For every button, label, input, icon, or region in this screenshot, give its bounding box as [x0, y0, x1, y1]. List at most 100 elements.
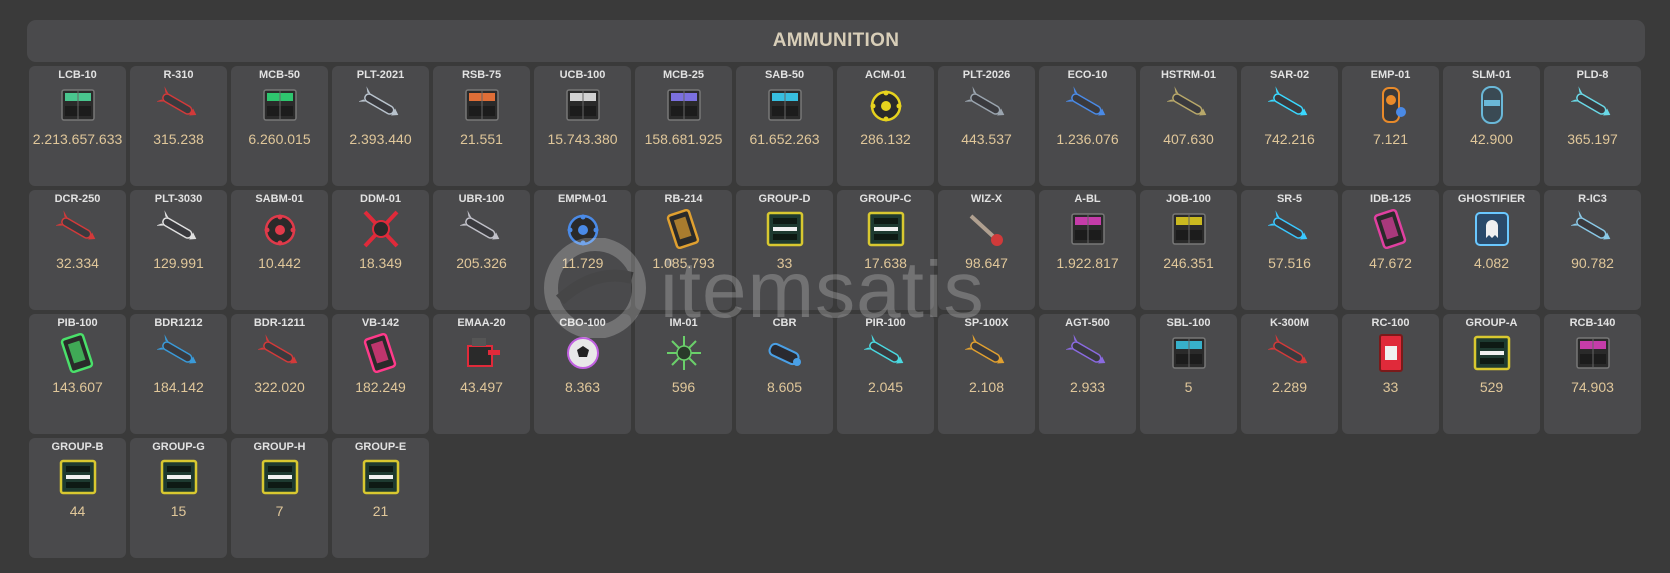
ammo-name: PLT-3030: [154, 193, 203, 205]
ammo-item-bdr1212[interactable]: BDR1212 184.142: [130, 314, 227, 434]
missile-icon: [1570, 208, 1615, 250]
ammo-item-plt-3030[interactable]: PLT-3030 129.991: [130, 190, 227, 310]
ammo-item-group-g[interactable]: GROUP-G 15: [130, 438, 227, 558]
ammo-name: SAB-50: [764, 69, 805, 81]
ammo-item-empm-01[interactable]: EMPM-01 11.729: [534, 190, 631, 310]
ammo-item-dcr-250[interactable]: DCR-250 32.334: [29, 190, 126, 310]
ammo-item-emp-01[interactable]: EMP-01 7.121: [1342, 66, 1439, 186]
ammo-item-rb-214[interactable]: RB-214 1.085.793: [635, 190, 732, 310]
ammo-item-rsb-75[interactable]: RSB-75 21.551: [433, 66, 530, 186]
crate-icon: [56, 84, 100, 126]
ammo-name: HSTRM-01: [1160, 69, 1216, 81]
ammo-item-hstrm-01[interactable]: HSTRM-01 407.630: [1140, 66, 1237, 186]
ammo-item-group-h[interactable]: GROUP-H 7: [231, 438, 328, 558]
ammo-item-ghostifier[interactable]: GHOSTIFIER 4.082: [1443, 190, 1540, 310]
ammo-quantity: 21.551: [460, 131, 503, 147]
ammo-item-a-bl[interactable]: A-BL 1.922.817: [1039, 190, 1136, 310]
ammo-quantity: 74.903: [1571, 379, 1614, 395]
ammo-item-slm-01[interactable]: SLM-01 42.900: [1443, 66, 1540, 186]
ammo-name: RCB-140: [1569, 317, 1616, 329]
missile-icon: [863, 332, 908, 374]
ammo-item-im-01[interactable]: IM-01 596: [635, 314, 732, 434]
ammo-name: SBL-100: [1166, 317, 1211, 329]
missile-icon: [55, 208, 100, 250]
ammo-item-group-c[interactable]: GROUP-C 17.638: [837, 190, 934, 310]
ammo-item-ucb-100[interactable]: UCB-100 15.743.380: [534, 66, 631, 186]
ammo-item-sp-100x[interactable]: SP-100X 2.108: [938, 314, 1035, 434]
ammo-quantity: 18.349: [359, 255, 402, 271]
ammo-item-rcb-140[interactable]: RCB-140 74.903: [1544, 314, 1641, 434]
ammo-item-emaa-20[interactable]: EMAA-20 43.497: [433, 314, 530, 434]
ammo-name: A-BL: [1074, 193, 1101, 205]
ammo-item-plt-2026[interactable]: PLT-2026 443.537: [938, 66, 1035, 186]
ammo-name: PIB-100: [57, 317, 98, 329]
ammo-item-ubr-100[interactable]: UBR-100 205.326: [433, 190, 530, 310]
ammo-quantity: 365.197: [1567, 131, 1618, 147]
ammo-item-ddm-01[interactable]: DDM-01 18.349: [332, 190, 429, 310]
ammo-item-agt-500[interactable]: AGT-500 2.933: [1039, 314, 1136, 434]
ammo-quantity: 90.782: [1571, 255, 1614, 271]
ammo-item-mcb-25[interactable]: MCB-25 158.681.925: [635, 66, 732, 186]
ammo-item-r-ic3[interactable]: R-IC3 90.782: [1544, 190, 1641, 310]
ammo-item-group-d[interactable]: GROUP-D 33: [736, 190, 833, 310]
ammo-quantity: 8.605: [766, 379, 803, 395]
ammo-quantity: 2.213.657.633: [32, 131, 123, 147]
ammo-item-rc-100[interactable]: RC-100 33: [1342, 314, 1439, 434]
ammo-item-r-310[interactable]: R-310 315.238: [130, 66, 227, 186]
ammo-quantity: 33: [1382, 379, 1399, 395]
missile-icon: [1570, 84, 1615, 126]
ammo-name: SR-5: [1276, 193, 1303, 205]
spiky-mine-icon: [662, 332, 706, 374]
ammo-item-bdr-1211[interactable]: BDR-1211 322.020: [231, 314, 328, 434]
ammo-quantity: 2.108: [968, 379, 1005, 395]
ammo-quantity: 158.681.925: [644, 131, 723, 147]
ammo-item-plt-2021[interactable]: PLT-2021 2.393.440: [332, 66, 429, 186]
ammo-name: MCB-25: [663, 69, 704, 81]
ammo-item-mcb-50[interactable]: MCB-50 6.260.015: [231, 66, 328, 186]
missile-icon: [156, 208, 201, 250]
ammo-quantity: 1.085.793: [652, 255, 715, 271]
ammo-item-sr-5[interactable]: SR-5 57.516: [1241, 190, 1338, 310]
ammo-quantity: 44: [69, 503, 86, 519]
ammo-item-pib-100[interactable]: PIB-100 143.607: [29, 314, 126, 434]
mine-icon: [864, 84, 908, 126]
ammo-item-cbr[interactable]: CBR 8.605: [736, 314, 833, 434]
ammo-item-k-300m[interactable]: K-300M 2.289: [1241, 314, 1338, 434]
ammo-name: SABM-01: [255, 193, 304, 205]
ammo-item-acm-01[interactable]: ACM-01 286.132: [837, 66, 934, 186]
ammo-item-sabm-01[interactable]: SABM-01 10.442: [231, 190, 328, 310]
ammo-name: GROUP-A: [1465, 317, 1518, 329]
box-icon: [1470, 332, 1514, 374]
ammo-item-vb-142[interactable]: VB-142 182.249: [332, 314, 429, 434]
missile-icon: [358, 84, 403, 126]
missile-icon: [1267, 84, 1312, 126]
ammo-name: SLM-01: [1471, 69, 1512, 81]
ammo-item-sbl-100[interactable]: SBL-100 5: [1140, 314, 1237, 434]
ammo-quantity: 7.121: [1372, 131, 1409, 147]
ammo-item-lcb-10[interactable]: LCB-10 2.213.657.633: [29, 66, 126, 186]
crate-icon: [460, 84, 504, 126]
ammo-item-wiz-x[interactable]: WIZ-X 98.647: [938, 190, 1035, 310]
ammo-item-job-100[interactable]: JOB-100 246.351: [1140, 190, 1237, 310]
ammo-item-sab-50[interactable]: SAB-50 61.652.263: [736, 66, 833, 186]
ammunition-header: AMMUNITION: [27, 20, 1645, 62]
ammo-item-pir-100[interactable]: PIR-100 2.045: [837, 314, 934, 434]
box-icon: [864, 208, 908, 250]
ammo-name: ACM-01: [865, 69, 906, 81]
ammo-item-group-b[interactable]: GROUP-B 44: [29, 438, 126, 558]
ammo-item-cbo-100[interactable]: CBO-100 8.363: [534, 314, 631, 434]
ammo-name: MCB-50: [259, 69, 300, 81]
ammo-item-group-e[interactable]: GROUP-E 21: [332, 438, 429, 558]
missile-icon: [1065, 332, 1110, 374]
ammo-item-eco-10[interactable]: ECO-10 1.236.076: [1039, 66, 1136, 186]
ammo-item-group-a[interactable]: GROUP-A 529: [1443, 314, 1540, 434]
ammo-quantity: 529: [1479, 379, 1504, 395]
battery-icon: [56, 332, 100, 374]
ammo-name: EMP-01: [1370, 69, 1411, 81]
box-icon: [56, 456, 100, 498]
ammo-item-idb-125[interactable]: IDB-125 47.672: [1342, 190, 1439, 310]
ammo-item-pld-8[interactable]: PLD-8 365.197: [1544, 66, 1641, 186]
ammo-item-sar-02[interactable]: SAR-02 742.216: [1241, 66, 1338, 186]
ammo-name: RB-214: [664, 193, 703, 205]
mine-icon: [258, 208, 302, 250]
